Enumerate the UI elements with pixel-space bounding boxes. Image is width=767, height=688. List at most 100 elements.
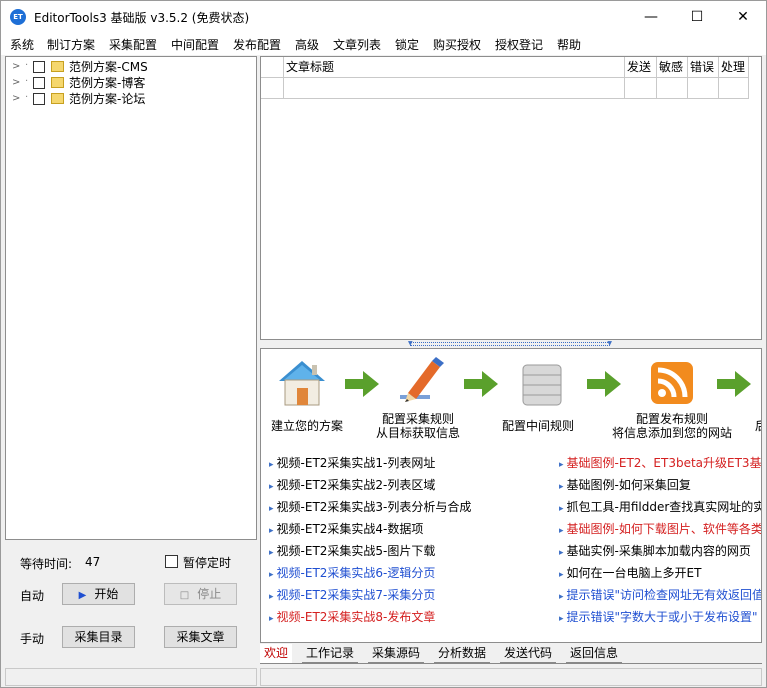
- menu-article-list[interactable]: 文章列表: [333, 36, 381, 53]
- tab-analysis-data[interactable]: 分析数据: [434, 644, 491, 663]
- tree-checkbox[interactable]: [33, 93, 45, 105]
- column-header-handle[interactable]: 处理: [719, 57, 749, 78]
- link-guide-6[interactable]: ▸ 如何在一台电脑上多开ET: [559, 565, 701, 583]
- link-guide-5[interactable]: ▸ 基础实例-采集脚本加载内容的网页: [559, 543, 751, 561]
- link-guide-8[interactable]: ▸ 提示错误"字数大于或小于发布设置": [559, 609, 758, 627]
- step-label-next[interactable]: 后: [755, 419, 761, 433]
- folder-icon: [51, 77, 64, 88]
- plan-tree[interactable]: > · 范例方案-CMS > · 范例方案-博客 > · 范例方案-论坛: [5, 56, 257, 540]
- tree-item-label[interactable]: 范例方案-CMS: [69, 59, 148, 75]
- link-video-2[interactable]: ▸ 视频-ET2采集实战2-列表区域: [269, 477, 435, 495]
- menu-license-register[interactable]: 授权登记: [495, 36, 543, 53]
- grid-cell[interactable]: [688, 78, 719, 99]
- splitter-arrow-icon: ▼: [607, 340, 612, 347]
- step-label-create-plan[interactable]: 建立您的方案: [271, 419, 343, 433]
- stop-button[interactable]: □ 停止: [164, 583, 237, 605]
- expand-arrow-icon[interactable]: >: [12, 91, 20, 107]
- grid-cell[interactable]: [284, 78, 625, 99]
- status-cell: [260, 668, 762, 686]
- menu-publish-config[interactable]: 发布配置: [233, 36, 281, 53]
- stop-icon: □: [179, 590, 190, 601]
- link-guide-2[interactable]: ▸ 基础图例-如何采集回复: [559, 477, 691, 495]
- splitter-grip[interactable]: ▼ ▼: [408, 340, 612, 347]
- menu-advanced[interactable]: 高级: [295, 36, 319, 53]
- close-button[interactable]: ✕: [720, 1, 766, 33]
- pause-timer-label[interactable]: 暂停定时: [183, 554, 231, 571]
- link-text: 基础实例-采集脚本加载内容的网页: [566, 544, 751, 558]
- tab-welcome[interactable]: 欢迎: [260, 644, 293, 663]
- title-bar[interactable]: ET EditorTools3 基础版 v3.5.2 (免费状态) — ☐ ✕: [1, 1, 766, 33]
- bullet-icon: ▸: [269, 504, 274, 514]
- pencil-icon[interactable]: [396, 355, 446, 405]
- tab-send-code[interactable]: 发送代码: [500, 644, 557, 663]
- bullet-icon: ▸: [269, 570, 274, 580]
- control-panel: 等待时间: 47 暂停定时 自动 ▶ 开始 □ 停止 手动 采集目录 采集文章: [5, 541, 257, 671]
- panel-splitter[interactable]: ▼ ▼: [260, 340, 762, 348]
- menu-buy-license[interactable]: 购买授权: [433, 36, 481, 53]
- step-label-middle-rules[interactable]: 配置中间规则: [502, 419, 574, 433]
- bullet-icon: ▸: [559, 460, 564, 470]
- link-video-5[interactable]: ▸ 视频-ET2采集实战5-图片下载: [269, 543, 435, 561]
- tree-checkbox[interactable]: [33, 61, 45, 73]
- link-text: 基础图例-ET2、ET3beta升级ET3基: [566, 456, 762, 470]
- tab-return-info[interactable]: 返回信息: [566, 644, 623, 663]
- menu-middle-config[interactable]: 中间配置: [171, 36, 219, 53]
- status-bar: [1, 666, 766, 687]
- tree-item-label[interactable]: 范例方案-博客: [69, 75, 145, 91]
- expand-arrow-icon[interactable]: >: [12, 59, 20, 75]
- tree-item[interactable]: > · 范例方案-论坛: [6, 91, 246, 107]
- step-label-publish-rules[interactable]: 配置发布规则 将信息添加到您的网站: [612, 412, 732, 440]
- minimize-button[interactable]: —: [628, 1, 674, 33]
- link-text: 视频-ET2采集实战2-列表区域: [276, 478, 436, 492]
- menu-make-plan[interactable]: 制订方案: [47, 36, 95, 53]
- link-guide-1[interactable]: ▸ 基础图例-ET2、ET3beta升级ET3基: [559, 455, 762, 473]
- menu-lock[interactable]: 锁定: [395, 36, 419, 53]
- bullet-icon: ▸: [269, 526, 274, 536]
- start-button[interactable]: ▶ 开始: [62, 583, 135, 605]
- database-icon[interactable]: [519, 361, 565, 409]
- folder-icon: [51, 93, 64, 104]
- rss-feed-icon[interactable]: [650, 361, 694, 405]
- tree-item-label[interactable]: 范例方案-论坛: [69, 91, 145, 107]
- menu-bar: 系统 制订方案 采集配置 中间配置 发布配置 高级 文章列表 锁定 购买授权 授…: [1, 33, 766, 55]
- tab-work-log[interactable]: 工作记录: [302, 644, 359, 663]
- link-text: 提示错误"字数大于或小于发布设置": [566, 610, 758, 624]
- column-header-sensitive[interactable]: 敏感: [657, 57, 688, 78]
- link-video-3[interactable]: ▸ 视频-ET2采集实战3-列表分析与合成: [269, 499, 471, 517]
- link-video-8[interactable]: ▸ 视频-ET2采集实战8-发布文章: [269, 609, 435, 627]
- article-grid[interactable]: 文章标题 发送 敏感 错误 处理: [260, 56, 762, 340]
- bullet-icon: ▸: [559, 592, 564, 602]
- bullet-icon: ▸: [559, 614, 564, 624]
- green-arrow-icon: [464, 371, 498, 397]
- grid-cell[interactable]: [719, 78, 749, 99]
- column-header-title[interactable]: 文章标题: [284, 57, 625, 78]
- menu-system[interactable]: 系统: [10, 36, 34, 53]
- link-guide-7[interactable]: ▸ 提示错误"访问检查网址无有效返回值: [559, 587, 761, 605]
- menu-collect-config[interactable]: 采集配置: [109, 36, 157, 53]
- house-icon[interactable]: [277, 359, 327, 407]
- column-header-error[interactable]: 错误: [688, 57, 719, 78]
- expand-arrow-icon[interactable]: >: [12, 75, 20, 91]
- grid-cell[interactable]: [625, 78, 657, 99]
- maximize-button[interactable]: ☐: [674, 1, 720, 33]
- collect-article-button[interactable]: 采集文章: [164, 626, 237, 648]
- pause-timer-checkbox[interactable]: [165, 555, 178, 568]
- tree-checkbox[interactable]: [33, 77, 45, 89]
- green-arrow-icon: [587, 371, 621, 397]
- collect-directory-button[interactable]: 采集目录: [62, 626, 135, 648]
- link-video-7[interactable]: ▸ 视频-ET2采集实战7-采集分页: [269, 587, 435, 605]
- link-video-6[interactable]: ▸ 视频-ET2采集实战6-逻辑分页: [269, 565, 435, 583]
- column-header-sent[interactable]: 发送: [625, 57, 657, 78]
- tree-dots: ·: [25, 76, 29, 87]
- menu-help[interactable]: 帮助: [557, 36, 581, 53]
- step-label-collect-rules[interactable]: 配置采集规则 从目标获取信息: [376, 412, 460, 440]
- tree-item[interactable]: > · 范例方案-博客: [6, 75, 246, 91]
- bottom-tabs: 欢迎 工作记录 采集源码 分析数据 发送代码 返回信息: [260, 644, 762, 664]
- link-video-4[interactable]: ▸ 视频-ET2采集实战4-数据项: [269, 521, 423, 539]
- tab-source-code[interactable]: 采集源码: [368, 644, 425, 663]
- tree-item[interactable]: > · 范例方案-CMS: [6, 59, 246, 75]
- link-guide-3[interactable]: ▸ 抓包工具-用fildder查找真实网址的实: [559, 499, 761, 517]
- link-video-1[interactable]: ▸ 视频-ET2采集实战1-列表网址: [269, 455, 435, 473]
- link-guide-4[interactable]: ▸ 基础图例-如何下载图片、软件等各类: [559, 521, 761, 539]
- grid-cell[interactable]: [657, 78, 688, 99]
